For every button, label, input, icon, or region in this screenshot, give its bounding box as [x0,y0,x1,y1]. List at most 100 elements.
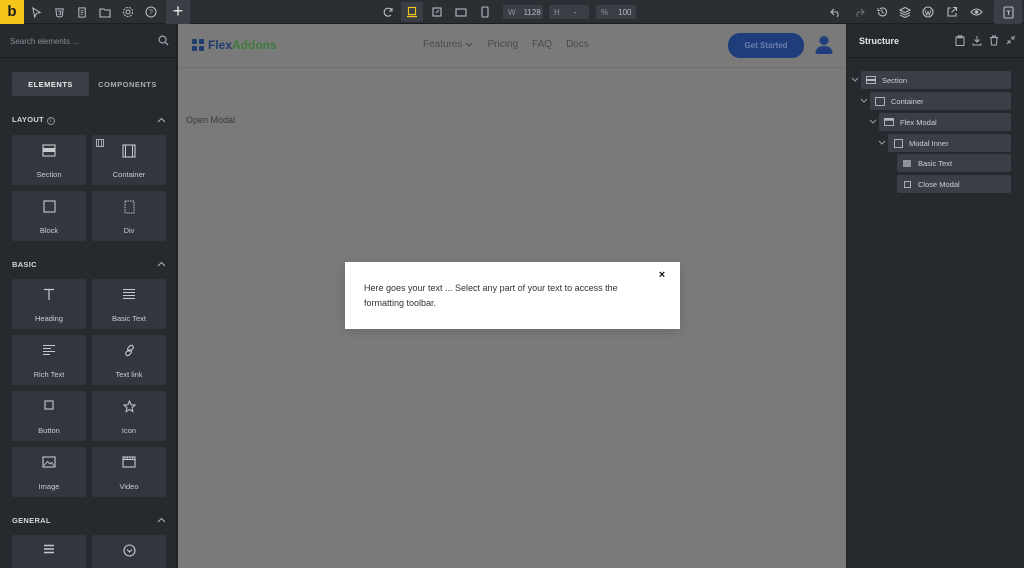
tab-components[interactable]: COMPONENTS [89,72,166,96]
close-modal-button[interactable]: × [655,268,669,282]
add-element-button[interactable]: + [166,0,190,24]
element-basic-text[interactable]: Basic Text [92,279,166,329]
rich-text-icon [12,344,86,356]
tablet-landscape-icon[interactable] [453,4,469,20]
search-elements-input[interactable] [10,34,150,48]
user-icon[interactable] [815,35,833,55]
height-value: - [573,7,577,17]
nav-faq[interactable]: FAQ [532,39,552,50]
open-modal-link[interactable]: Open Modal [186,115,235,125]
tree-node-close-modal[interactable]: Close Modal [897,175,1011,193]
height-label: H [554,7,560,17]
collapse-icon[interactable] [1006,35,1016,46]
mobile-breakpoint-icon[interactable] [477,4,493,20]
redo-icon[interactable] [851,4,867,20]
structure-title: Structure [859,36,900,46]
height-field[interactable]: H - [549,5,589,19]
block-icon [893,138,903,148]
undo-icon[interactable] [828,4,844,20]
tree-node-flex-modal[interactable]: Flex Modal [879,113,1011,131]
nav-features[interactable]: Features [423,39,473,50]
builder-logo[interactable]: b [0,0,24,24]
nav-pricing[interactable]: Pricing [487,39,518,50]
chevron-down-icon[interactable] [869,119,877,127]
element-label: Container [112,170,146,179]
tree-node-modal-inner[interactable]: Modal Inner [888,134,1011,152]
element-section[interactable]: Section [12,135,86,185]
chevron-down-icon[interactable] [851,77,859,85]
modal-basic-text[interactable]: Here goes your text ... Select any part … [364,281,654,311]
element-heading[interactable]: Heading [12,279,86,329]
element-label: Heading [35,314,63,323]
section-icon [866,76,876,84]
structure-header: Structure [847,24,1024,58]
basic-section-header[interactable]: BASIC [12,257,166,271]
download-icon[interactable] [972,35,982,46]
element-label: Icon [121,426,137,435]
element-text-link[interactable]: Text link [92,335,166,385]
history-icon[interactable] [874,4,890,20]
tree-node-label: Flex Modal [900,117,937,127]
brand-name-part1: Flex [208,38,233,52]
width-value: 1128 [523,7,541,17]
button-icon [902,180,912,188]
zoom-field[interactable]: % 100 [596,5,636,19]
chevron-up-icon[interactable] [157,261,166,267]
element-nav-menu[interactable] [12,535,86,568]
element-image[interactable]: Image [12,447,86,497]
basic-text-icon [92,288,166,300]
folder-icon[interactable] [97,4,113,20]
refresh-icon[interactable] [380,4,396,20]
laptop-breakpoint-icon[interactable] [429,4,445,20]
element-accordion[interactable] [92,535,166,568]
tree-node-container[interactable]: Container [870,92,1011,110]
trash-icon[interactable] [989,35,999,46]
chevron-down-icon [465,42,473,47]
cursor-icon[interactable] [28,4,44,20]
clipboard-icon[interactable] [955,35,965,46]
get-started-button[interactable]: Get Started [728,33,804,58]
general-section-header[interactable]: GENERAL [12,513,166,527]
tree-node-basic-text[interactable]: Basic Text [897,154,1011,172]
layout-section-header[interactable]: LAYOUT i [12,113,166,127]
element-icon[interactable]: Icon [92,391,166,441]
wordpress-icon[interactable] [920,4,936,20]
structure-panel: Structure Section Container Flex Modal M… [847,24,1024,568]
info-icon[interactable]: i [46,116,55,125]
chevron-up-icon[interactable] [157,517,166,523]
tab-elements[interactable]: ELEMENTS [12,72,89,96]
template-icon[interactable] [51,4,67,20]
pages-icon[interactable] [74,4,90,20]
div-icon [92,200,166,214]
element-video[interactable]: Video [92,447,166,497]
element-div[interactable]: Div [92,191,166,241]
desktop-breakpoint-icon[interactable] [401,2,423,22]
nav-docs[interactable]: Docs [566,39,589,50]
external-link-icon[interactable] [944,4,960,20]
layers-icon[interactable] [897,4,913,20]
heading-icon [12,288,86,301]
element-button[interactable]: Button [12,391,86,441]
site-logo[interactable]: FlexAddons [192,38,277,52]
chevron-down-icon[interactable] [878,140,886,148]
element-block[interactable]: Block [12,191,86,241]
save-button[interactable] [994,0,1022,24]
preview-eye-icon[interactable] [968,4,984,20]
builder-canvas[interactable]: FlexAddons Features Pricing FAQ Docs Get… [178,24,846,568]
tree-node-section[interactable]: Section [861,71,1011,89]
element-rich-text[interactable]: Rich Text [12,335,86,385]
site-header: FlexAddons Features Pricing FAQ Docs Get… [178,24,846,68]
settings-gear-icon[interactable] [120,4,136,20]
site-nav: Features Pricing FAQ Docs [423,39,589,50]
layout-section-title: LAYOUT [12,115,44,125]
structure-actions [955,35,1016,46]
element-label: Image [38,482,60,491]
search-icon[interactable] [158,35,169,46]
chevron-down-icon[interactable] [860,98,868,106]
link-icon [92,344,166,357]
chevron-up-icon[interactable] [157,117,166,123]
container-icon [92,144,166,158]
width-field[interactable]: W 1128 [503,5,543,19]
help-icon[interactable]: ? [143,4,159,20]
element-container[interactable]: Container [92,135,166,185]
